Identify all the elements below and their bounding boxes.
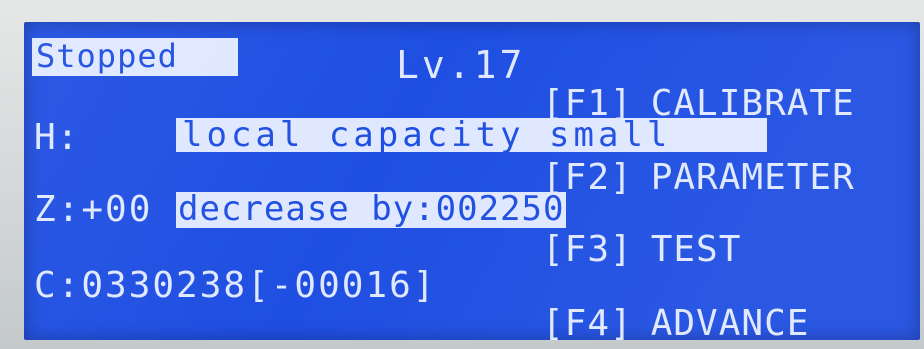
menu-label-test: TEST [650, 229, 742, 270]
menu-label-parameter: PARAMETER [650, 157, 855, 198]
menu-item-parameter[interactable]: [F2] PARAMETER [542, 160, 855, 196]
h-row-label: H: [34, 117, 80, 158]
menu-item-test[interactable]: [F3] TEST [542, 232, 741, 268]
z-row-label: Z:+00 [34, 189, 153, 230]
function-key-f3: [F3] [542, 229, 633, 270]
menu-item-calibrate[interactable]: [F1] CALIBRATE [542, 86, 855, 122]
level-indicator: Lv.17 [396, 43, 526, 87]
menu-label-advance: ADVANCE [650, 303, 810, 341]
z-row-message: decrease by:002250 [176, 189, 567, 229]
c-row-readout: C:0330238[-00016] [34, 265, 437, 306]
status-indicator: Stopped [32, 38, 238, 76]
function-key-f4: [F4] [542, 303, 633, 341]
menu-item-advance[interactable]: [F4] ADVANCE [542, 303, 810, 341]
lcd-screen: Stopped Lv.17 H: local capacity small Z:… [24, 22, 920, 340]
function-key-f2: [F2] [542, 157, 633, 198]
menu-label-calibrate: CALIBRATE [650, 83, 855, 124]
function-key-f1: [F1] [542, 83, 633, 124]
